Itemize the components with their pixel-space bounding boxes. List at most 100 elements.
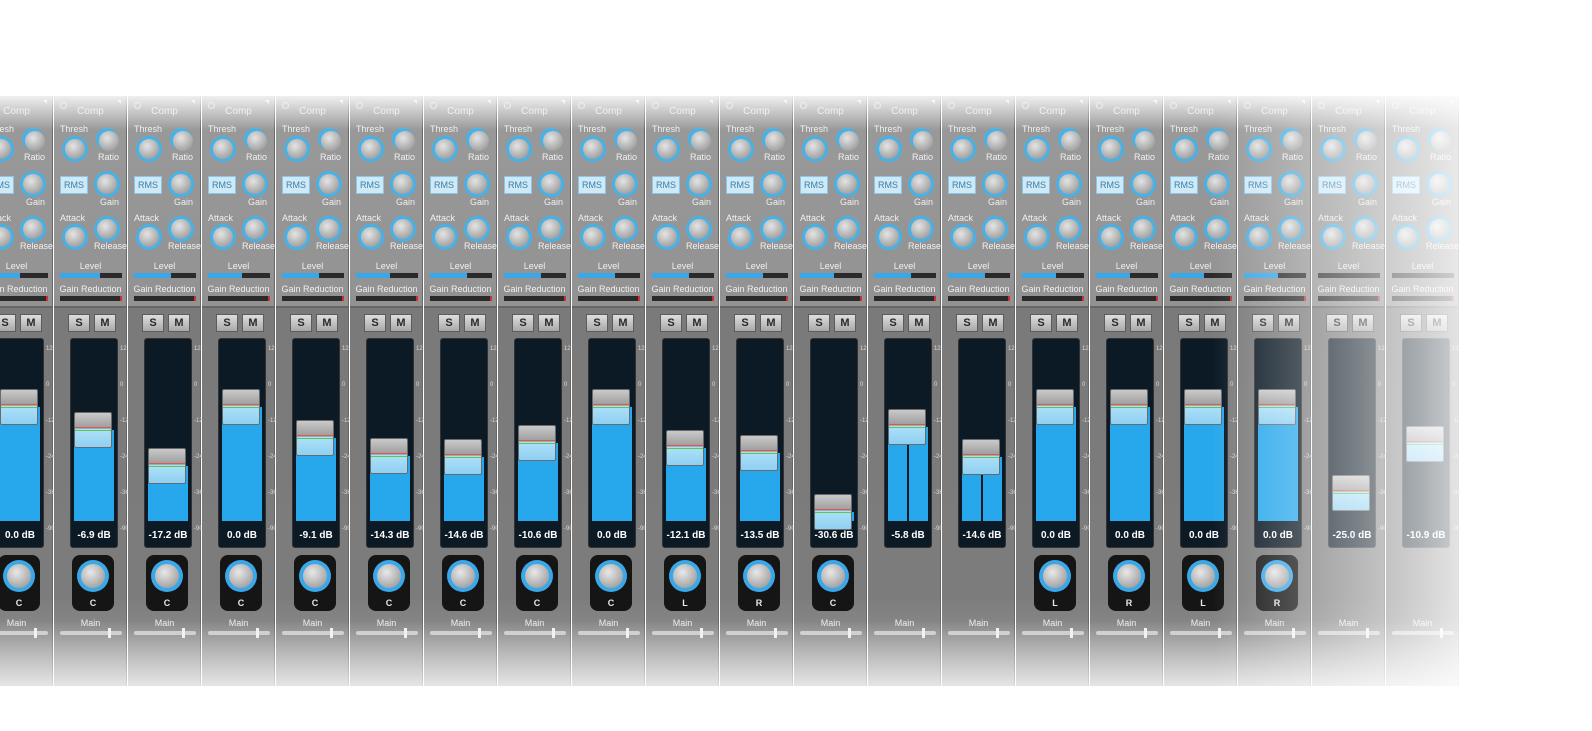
expand-corner-icon[interactable] (1449, 100, 1453, 104)
pan-knob[interactable] (299, 560, 331, 592)
attack-knob[interactable] (654, 224, 680, 250)
rms-button[interactable]: RMS (504, 176, 532, 194)
ratio-knob[interactable] (96, 128, 119, 151)
attack-knob[interactable] (62, 224, 88, 250)
ratio-knob[interactable] (762, 128, 785, 151)
mute-button[interactable]: M (242, 314, 264, 332)
send-slider[interactable] (948, 628, 1010, 638)
thresh-knob[interactable] (728, 136, 754, 162)
mute-button[interactable]: M (1130, 314, 1152, 332)
mute-button[interactable]: M (94, 314, 116, 332)
release-knob[interactable] (908, 216, 934, 242)
gain-knob[interactable] (390, 171, 416, 197)
mute-button[interactable]: M (1426, 314, 1448, 332)
solo-button[interactable]: S (290, 314, 312, 332)
gain-knob[interactable] (1352, 171, 1378, 197)
mute-button[interactable]: M (908, 314, 930, 332)
send-slider[interactable] (578, 628, 640, 638)
mute-button[interactable]: M (20, 314, 42, 332)
mute-button[interactable]: M (1204, 314, 1226, 332)
expand-corner-icon[interactable] (339, 100, 343, 104)
ratio-knob[interactable] (392, 128, 415, 151)
send-slider-thumb[interactable] (1144, 628, 1147, 638)
send-slider[interactable] (356, 628, 418, 638)
thresh-knob[interactable] (506, 136, 532, 162)
rms-button[interactable]: RMS (1244, 176, 1272, 194)
ratio-knob[interactable] (688, 128, 711, 151)
attack-knob[interactable] (284, 224, 310, 250)
thresh-knob[interactable] (580, 136, 606, 162)
release-knob[interactable] (464, 216, 490, 242)
expand-corner-icon[interactable] (1079, 100, 1083, 104)
send-slider[interactable] (726, 628, 788, 638)
solo-button[interactable]: S (660, 314, 682, 332)
gain-knob[interactable] (464, 171, 490, 197)
pan-knob[interactable] (225, 560, 257, 592)
rms-button[interactable]: RMS (1170, 176, 1198, 194)
solo-button[interactable]: S (1400, 314, 1422, 332)
fader-cap[interactable] (1110, 388, 1148, 425)
thresh-knob[interactable] (1246, 136, 1272, 162)
solo-button[interactable]: S (438, 314, 460, 332)
mute-button[interactable]: M (464, 314, 486, 332)
attack-knob[interactable] (1394, 224, 1420, 250)
release-knob[interactable] (94, 216, 120, 242)
rms-button[interactable]: RMS (578, 176, 606, 194)
gain-knob[interactable] (1278, 171, 1304, 197)
release-knob[interactable] (834, 216, 860, 242)
release-knob[interactable] (1130, 216, 1156, 242)
thresh-knob[interactable] (62, 136, 88, 162)
expand-corner-icon[interactable] (709, 100, 713, 104)
solo-button[interactable]: S (512, 314, 534, 332)
mute-button[interactable]: M (1352, 314, 1374, 332)
rms-button[interactable]: RMS (208, 176, 236, 194)
ratio-knob[interactable] (540, 128, 563, 151)
gain-knob[interactable] (1130, 171, 1156, 197)
thresh-knob[interactable] (1172, 136, 1198, 162)
send-slider[interactable] (134, 628, 196, 638)
send-slider-thumb[interactable] (1218, 628, 1221, 638)
ratio-knob[interactable] (1354, 128, 1377, 151)
gain-knob[interactable] (538, 171, 564, 197)
solo-button[interactable]: S (586, 314, 608, 332)
pan-knob[interactable] (3, 560, 35, 592)
gain-knob[interactable] (1056, 171, 1082, 197)
fader-cap[interactable] (148, 448, 186, 485)
fader-cap[interactable] (666, 430, 704, 467)
fader-cap[interactable] (74, 412, 112, 449)
expand-corner-icon[interactable] (117, 100, 121, 104)
ratio-knob[interactable] (1428, 128, 1451, 151)
mute-button[interactable]: M (538, 314, 560, 332)
ratio-knob[interactable] (1132, 128, 1155, 151)
mute-button[interactable]: M (612, 314, 634, 332)
send-slider[interactable] (430, 628, 492, 638)
attack-knob[interactable] (506, 224, 532, 250)
pan-knob[interactable] (1113, 560, 1145, 592)
solo-button[interactable]: S (956, 314, 978, 332)
expand-corner-icon[interactable] (635, 100, 639, 104)
attack-knob[interactable] (0, 224, 14, 250)
send-slider[interactable] (1244, 628, 1306, 638)
attack-knob[interactable] (802, 224, 828, 250)
gain-knob[interactable] (908, 171, 934, 197)
send-slider[interactable] (208, 628, 270, 638)
fader-cap[interactable] (296, 420, 334, 457)
expand-corner-icon[interactable] (561, 100, 565, 104)
fader-cap[interactable] (1036, 388, 1074, 425)
mute-button[interactable]: M (168, 314, 190, 332)
ratio-knob[interactable] (1058, 128, 1081, 151)
attack-knob[interactable] (1172, 224, 1198, 250)
release-knob[interactable] (1278, 216, 1304, 242)
fader-cap[interactable] (814, 494, 852, 531)
expand-corner-icon[interactable] (1301, 100, 1305, 104)
mute-button[interactable]: M (686, 314, 708, 332)
thresh-knob[interactable] (1024, 136, 1050, 162)
attack-knob[interactable] (1246, 224, 1272, 250)
release-knob[interactable] (390, 216, 416, 242)
attack-knob[interactable] (432, 224, 458, 250)
ratio-knob[interactable] (836, 128, 859, 151)
ratio-knob[interactable] (910, 128, 933, 151)
send-slider-thumb[interactable] (996, 628, 999, 638)
send-slider-thumb[interactable] (256, 628, 259, 638)
rms-button[interactable]: RMS (800, 176, 828, 194)
